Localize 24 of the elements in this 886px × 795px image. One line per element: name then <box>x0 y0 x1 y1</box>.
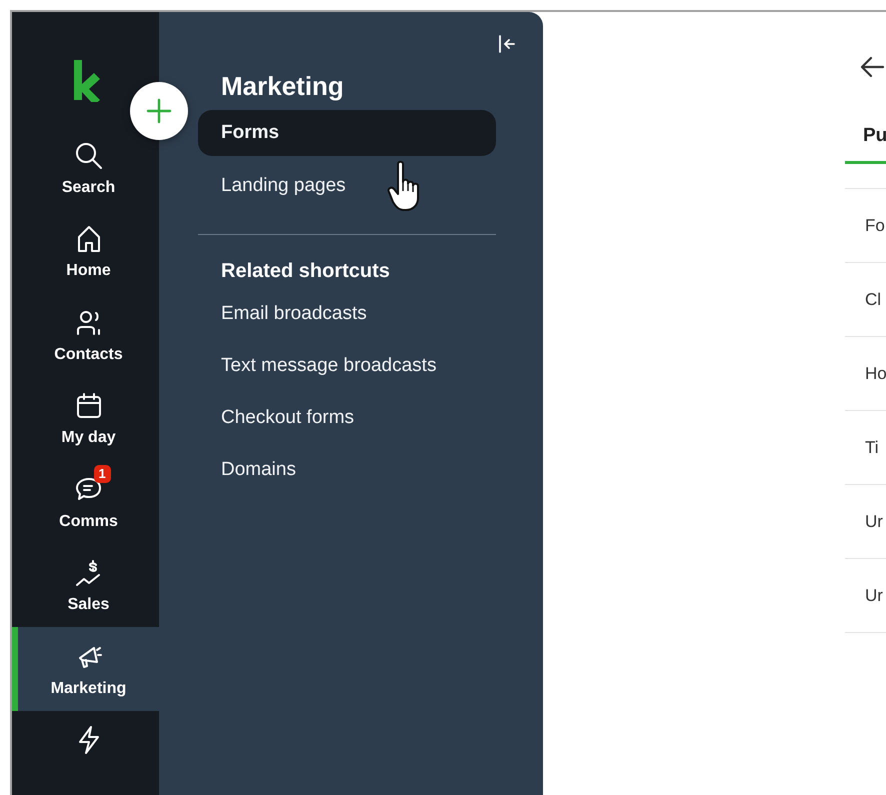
nav-item[interactable]: Contacts <box>12 293 159 377</box>
list-item-text: Cl <box>864 290 882 310</box>
tab[interactable]: Pu <box>845 120 886 164</box>
list-item-text: Ur <box>864 586 883 606</box>
nav-item[interactable]: Search <box>12 126 159 210</box>
list-item-text: Fo <box>864 216 885 236</box>
nav-item[interactable]: Sales <box>12 544 159 628</box>
section-heading: Related shortcuts <box>221 260 391 283</box>
menu-item[interactable]: Landing pages <box>198 163 369 209</box>
shortcut-link[interactable]: Email broadcasts <box>221 303 367 325</box>
nav-item[interactable]: Marketing <box>12 627 159 711</box>
nav-item[interactable]: My day <box>12 376 159 460</box>
shortcut-link[interactable]: Checkout forms <box>221 407 354 429</box>
menu-item[interactable]: Forms <box>198 110 496 156</box>
notification-badge: 1 <box>94 464 111 483</box>
shortcut-link[interactable]: Text message broadcasts <box>221 355 436 377</box>
nav-item[interactable]: 1 Comms <box>12 460 159 544</box>
plus-icon <box>146 98 172 124</box>
nav-item[interactable]: Home <box>12 210 159 294</box>
list-item-text: Ti <box>864 438 879 458</box>
list-item-text: Ho <box>864 364 886 384</box>
list-item-text: Ur <box>864 512 883 532</box>
panel-title: Marketing <box>221 71 345 102</box>
shortcut-link[interactable]: Domains <box>221 459 296 481</box>
